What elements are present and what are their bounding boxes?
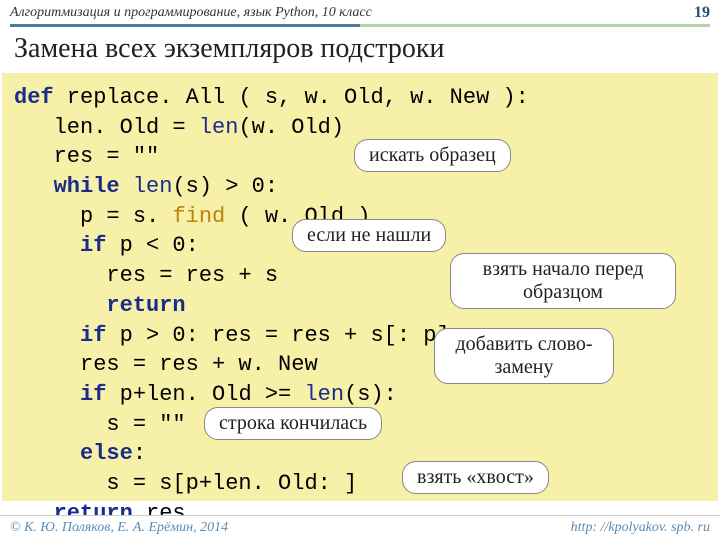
callout-replace: добавить слово-замену (434, 328, 614, 384)
code-block: def replace. All ( s, w. Old, w. New ): … (2, 73, 718, 501)
header-course: Алгоритмизация и программирование, язык … (10, 5, 372, 21)
callout-end: строка кончилась (204, 407, 382, 440)
slide-header: Алгоритмизация и программирование, язык … (0, 0, 720, 24)
callout-tail: взять «хвост» (402, 461, 549, 494)
slide-footer: © К. Ю. Поляков, Е. А. Ерёмин, 2014 http… (0, 515, 720, 540)
callout-notfound: если не нашли (292, 219, 446, 252)
copyright: © К. Ю. Поляков, Е. А. Ерёмин, 2014 (10, 520, 228, 536)
slide-title: Замена всех экземпляров подстроки (0, 27, 720, 73)
callout-search: искать образец (354, 139, 511, 172)
page-number: 19 (694, 4, 710, 22)
footer-url: http: //kpolyakov. spb. ru (571, 520, 710, 536)
callout-prefix: взять начало перед образцом (450, 253, 676, 309)
